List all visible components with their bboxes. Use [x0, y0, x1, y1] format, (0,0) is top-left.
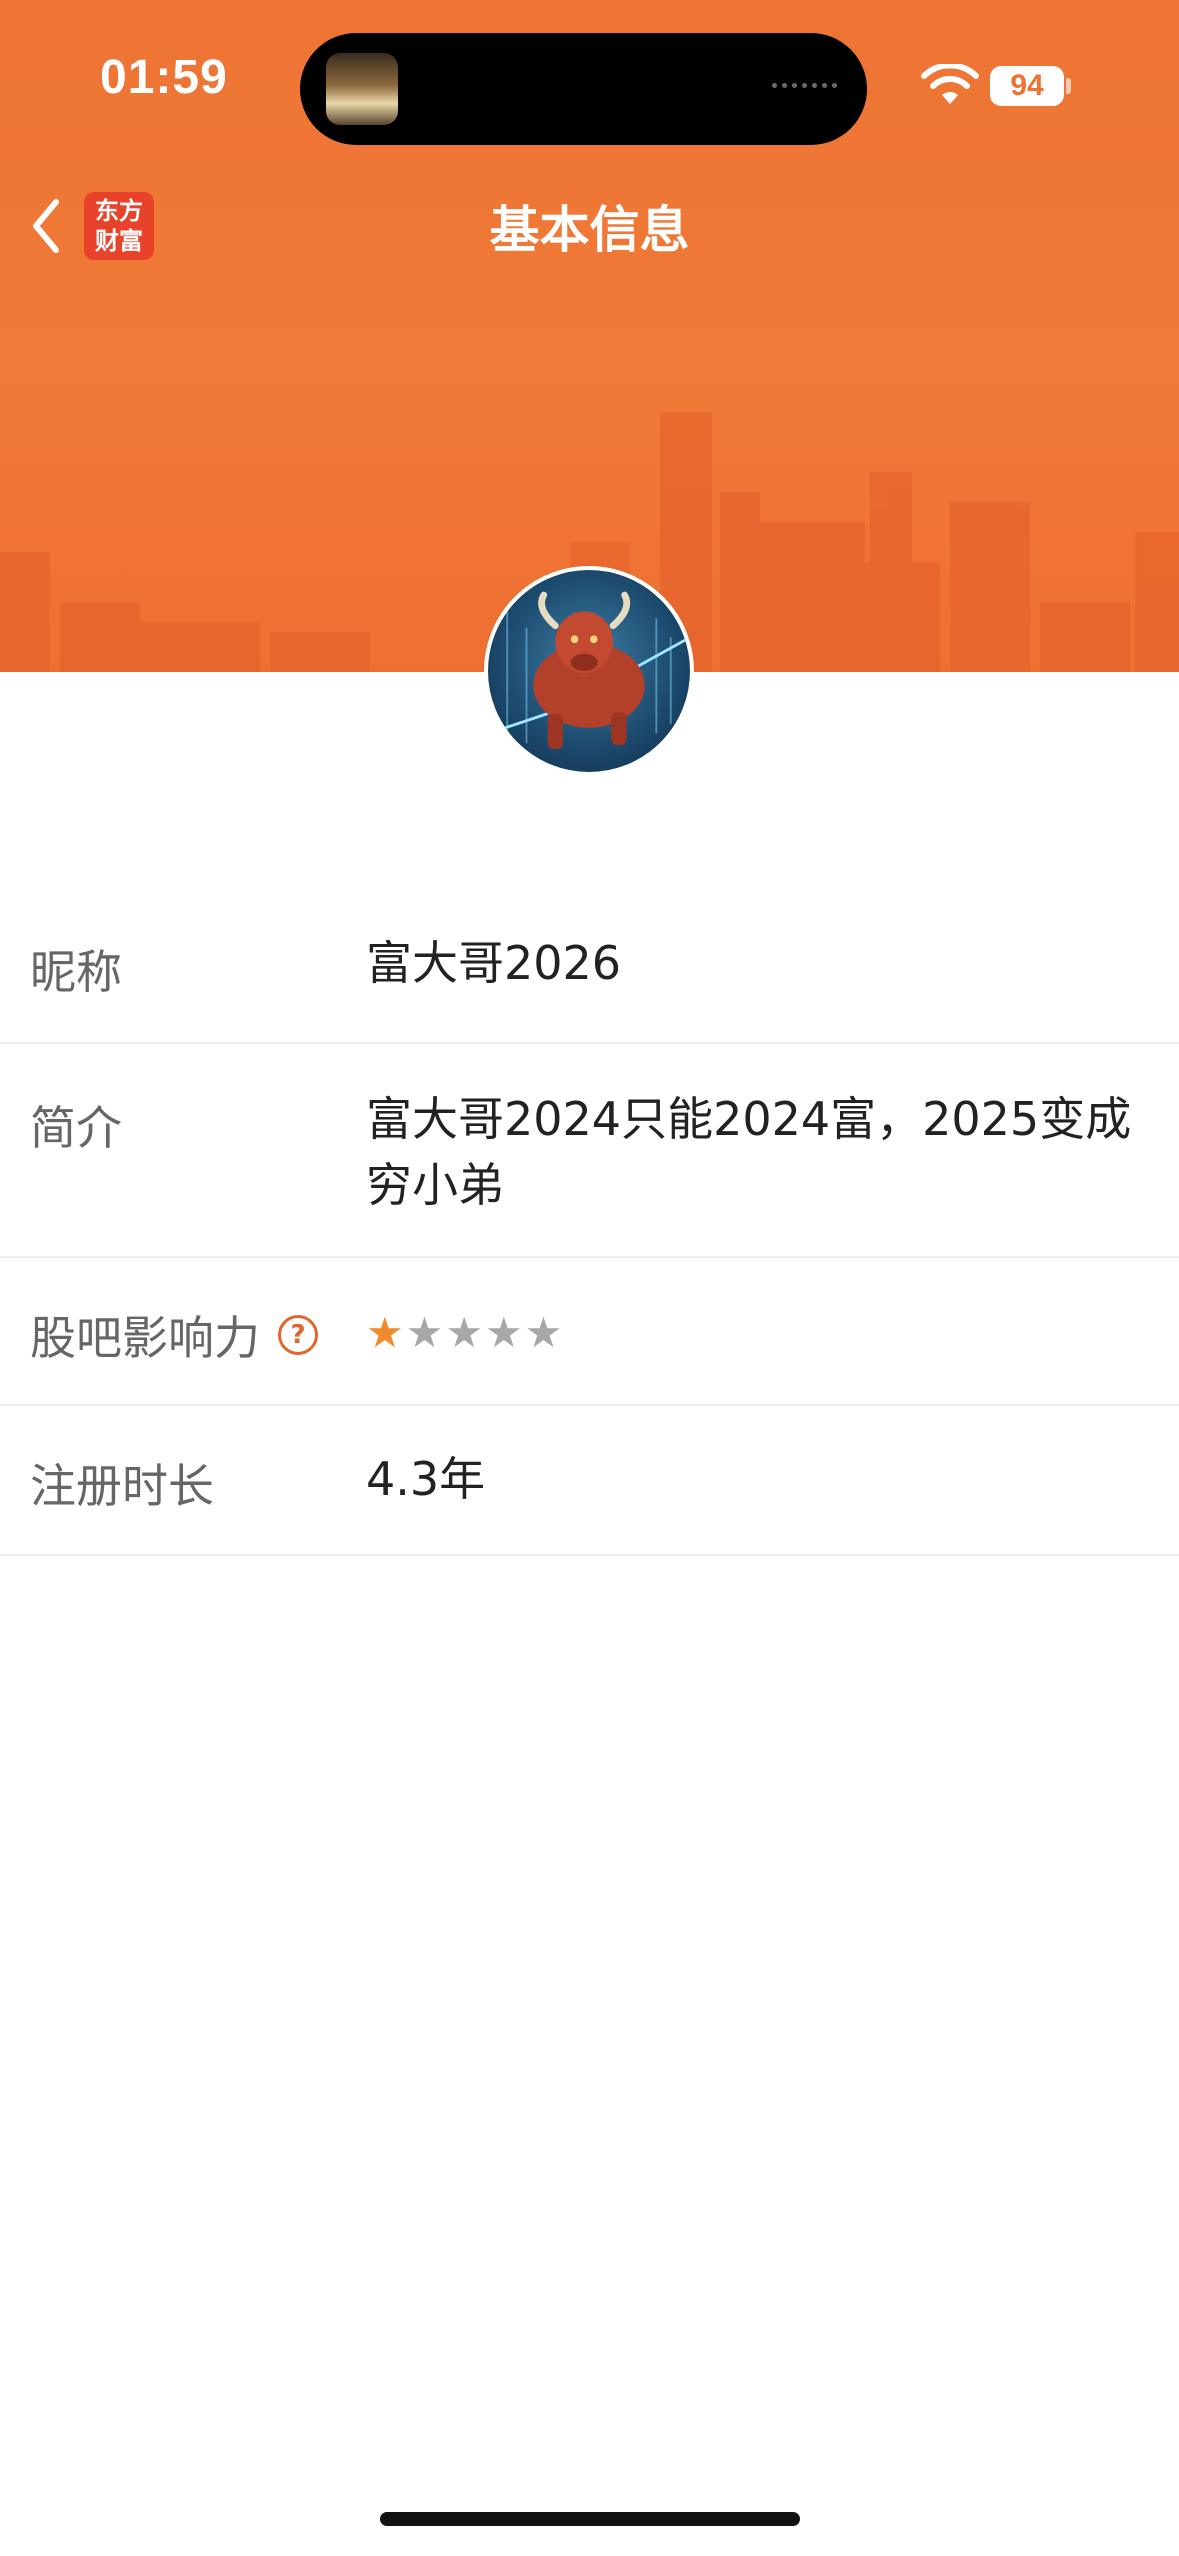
star-icon: ★ [524, 1308, 563, 1357]
avatar[interactable] [484, 566, 694, 776]
star-icon: ★ [484, 1308, 523, 1357]
page-title: 基本信息 [489, 201, 690, 259]
registration-duration-value: 4.3年 [366, 1452, 486, 1506]
influence-row: 股吧影响力 ? ★ ★ ★ ★ ★ [0, 1258, 1179, 1406]
battery-tip [1066, 78, 1071, 94]
influence-star-rating: ★ ★ ★ ★ ★ [366, 1300, 1139, 1366]
star-icon: ★ [445, 1308, 483, 1357]
nickname-row: 昵称 富大哥2026 [0, 892, 1179, 1044]
nickname-label: 昵称 [30, 945, 122, 999]
wifi-icon [921, 64, 979, 104]
nickname-value: 富大哥2026 [366, 936, 622, 990]
bio-row: 简介 富大哥2024只能2024富，2025变成穷小弟 [0, 1044, 1179, 1258]
profile-info-screen: 01:59 94 东方 财富 基本信息 昵称 富大哥2026 简介 富大哥202… [0, 0, 1179, 2556]
battery-indicator: 94 [990, 66, 1064, 106]
influence-label-group: 股吧影响力 ? [30, 1302, 318, 1368]
registration-duration-label: 注册时长 [30, 1459, 214, 1513]
registration-duration-row: 注册时长 4.3年 [0, 1406, 1179, 1556]
question-circle-icon[interactable]: ? [278, 1315, 318, 1355]
status-bar-time: 01:59 [100, 51, 228, 104]
star-icon: ★ [405, 1308, 444, 1357]
bio-label: 简介 [30, 1101, 122, 1155]
bull-avatar-image [488, 591, 690, 749]
bio-value: 富大哥2024只能2024富，2025变成穷小弟 [366, 1092, 1132, 1212]
audio-wave-icon [772, 83, 837, 88]
now-playing-thumbnail[interactable] [326, 53, 398, 125]
home-indicator[interactable] [380, 2512, 800, 2526]
influence-label: 股吧影响力 [30, 1311, 260, 1365]
star-icon: ★ [366, 1308, 404, 1357]
dynamic-island [300, 33, 867, 145]
profile-info-list: 昵称 富大哥2026 简介 富大哥2024只能2024富，2025变成穷小弟 股… [0, 892, 1179, 1556]
